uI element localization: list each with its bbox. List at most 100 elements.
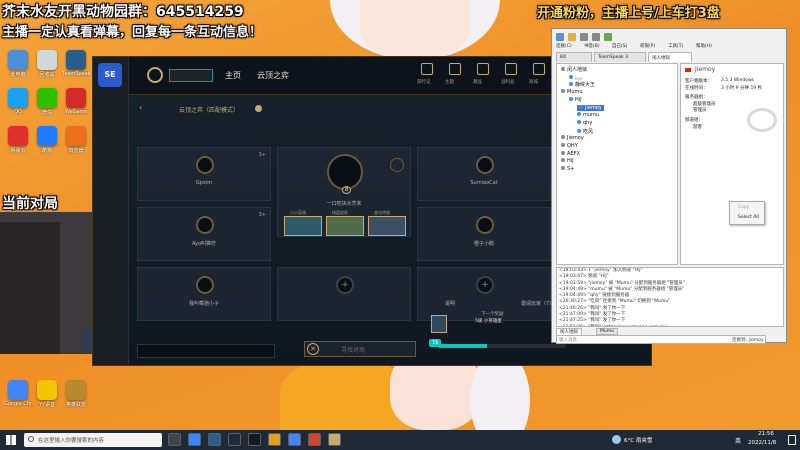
desktop-icon[interactable]: 酷狗 bbox=[33, 126, 61, 154]
desktop-icon[interactable]: 浏览器 bbox=[62, 126, 90, 154]
ts-channel[interactable]: AEFX bbox=[561, 150, 580, 157]
lol-loadout-tile[interactable] bbox=[326, 216, 364, 236]
lol-lobby-slot[interactable]: Ayo叫獐柠 3+ bbox=[137, 207, 271, 261]
ts-status-text: 连接到: jiemoy bbox=[732, 338, 764, 343]
player-avatar-icon[interactable] bbox=[327, 154, 363, 190]
add-player-icon[interactable]: + bbox=[476, 276, 494, 294]
lol-play-button[interactable] bbox=[169, 69, 213, 82]
desktop-icon[interactable]: WeGame bbox=[62, 88, 90, 115]
lol-nav-tft[interactable]: 云顶之弈 bbox=[257, 70, 289, 81]
lol-mode-info-icon[interactable] bbox=[255, 105, 262, 112]
explorer-icon[interactable] bbox=[268, 433, 281, 446]
lol-lobby-slot[interactable]: 一口吃块大芥末 8 小小英雄 棋盘皮肤 变化特效 bbox=[277, 147, 411, 237]
lol-loadout-tile[interactable] bbox=[368, 216, 406, 236]
ts-channel[interactable]: Jiemoy bbox=[561, 135, 584, 141]
ts-client[interactable]: mumu bbox=[577, 112, 599, 118]
ts-server-tab[interactable]: TeamSpeak 3 bbox=[594, 52, 646, 62]
media-icon[interactable] bbox=[308, 433, 321, 446]
ts-bookmark-icon[interactable] bbox=[568, 33, 576, 41]
lol-back-arrow-icon[interactable]: ‹ bbox=[139, 103, 142, 112]
ts-mute-mic-icon[interactable] bbox=[580, 33, 588, 41]
ts-mute-speaker-icon[interactable] bbox=[592, 33, 600, 41]
taskbar-date[interactable]: 2022/11/8 bbox=[748, 440, 776, 446]
teamspeak-icon[interactable] bbox=[208, 433, 221, 446]
lol-find-match-close-icon[interactable]: ✕ bbox=[307, 343, 319, 355]
ts-server-tab[interactable]: 闲人地狱 bbox=[648, 52, 692, 62]
player-avatar-icon[interactable] bbox=[476, 156, 494, 174]
lol-lobby-slot[interactable]: 我叫莓驰小子 bbox=[137, 267, 271, 321]
lol-top-nav-icon[interactable] bbox=[505, 63, 517, 75]
desktop-icon[interactable]: TeamSpeak bbox=[62, 50, 90, 77]
player-avatar-icon[interactable] bbox=[196, 216, 214, 234]
edge-icon[interactable] bbox=[188, 433, 201, 446]
player-avatar-icon[interactable] bbox=[196, 156, 214, 174]
lol-level-left: 15 bbox=[429, 339, 442, 347]
steam-icon[interactable] bbox=[248, 433, 261, 446]
lol-profile-icon[interactable]: SE bbox=[98, 63, 122, 87]
ts-tree-label: HiJ bbox=[575, 96, 582, 103]
ts-chat-tab[interactable]: Mumu bbox=[596, 328, 618, 335]
ts-channel[interactable]: Mumu bbox=[561, 89, 583, 95]
ts-client[interactable]: HiJ bbox=[569, 96, 582, 103]
player-avatar-icon[interactable] bbox=[476, 216, 494, 234]
ts-client[interactable]: 。。。 bbox=[569, 74, 585, 81]
ts-channel[interactable]: 闲人地狱 bbox=[561, 66, 587, 73]
ts-chat-tabs: 闲人地狱 Mumu bbox=[556, 328, 784, 336]
desktop-icon[interactable]: YY语音 bbox=[33, 380, 61, 408]
desktop-icon[interactable]: Google Chrome bbox=[4, 380, 32, 407]
lol-top-nav-icon[interactable] bbox=[421, 63, 433, 75]
notification-icon[interactable] bbox=[788, 435, 796, 445]
lol-lobby-slot[interactable]: 橙子小鹅 bbox=[417, 207, 551, 261]
taskbar-search-box[interactable]: 在这里输入你要搜索的内容 bbox=[24, 433, 162, 447]
ts-connect-icon[interactable] bbox=[556, 33, 564, 41]
lol-top-nav-icon[interactable] bbox=[533, 63, 545, 75]
add-player-icon[interactable]: + bbox=[336, 276, 354, 294]
desktop-icon[interactable]: 英雄联盟 bbox=[62, 380, 90, 408]
ts-client[interactable]: qhy bbox=[577, 119, 592, 126]
ts-client[interactable]: 静候大王 bbox=[569, 81, 595, 88]
lol-loadout-tile[interactable] bbox=[284, 216, 322, 236]
ts-client[interactable]: Jiemoy bbox=[577, 104, 604, 111]
lol-top-nav-icon[interactable] bbox=[449, 63, 461, 75]
ts-menu-item[interactable]: 工具(T) bbox=[668, 43, 683, 49]
lol-chat-box[interactable] bbox=[137, 344, 275, 358]
ts-context-select-all[interactable]: Select All bbox=[738, 215, 759, 220]
task-view-icon[interactable] bbox=[168, 433, 181, 446]
ts-tree-label: Jiemoy bbox=[585, 104, 602, 111]
lol-lobby-slot[interactable]: SumiaoCat bbox=[417, 147, 551, 201]
ts-menu-item[interactable]: 自己(S) bbox=[612, 43, 627, 49]
lol-find-match-button[interactable]: ✕ 寻找对局 bbox=[304, 341, 416, 357]
app-icon bbox=[8, 50, 28, 70]
ts-channel[interactable]: QHY bbox=[561, 143, 578, 149]
ts-client[interactable]: 吃风 bbox=[577, 128, 593, 135]
lol-top-nav-icon[interactable] bbox=[477, 63, 489, 75]
lol-logo-icon[interactable] bbox=[147, 67, 163, 83]
lol-emblem-icon[interactable] bbox=[390, 158, 404, 172]
taskbar-input-lang[interactable]: 英 bbox=[735, 436, 741, 445]
desktop-icon[interactable]: QQ bbox=[4, 88, 32, 115]
ts-server-tab[interactable]: BX bbox=[556, 52, 592, 62]
ts-channel[interactable]: HiJ bbox=[561, 158, 574, 164]
lol-lobby-slot[interactable]: + bbox=[277, 267, 411, 321]
windows-start-icon[interactable] bbox=[6, 435, 16, 445]
ts-away-icon[interactable] bbox=[604, 33, 612, 41]
lol-nav-home[interactable]: 主页 bbox=[225, 70, 241, 81]
desktop-icon[interactable]: 微信 bbox=[33, 88, 61, 116]
ts-menu-item[interactable]: 帮助(H) bbox=[696, 43, 712, 49]
ts-channel-tree: 闲人地狱。。。 静候大王 Mumu HiJ Jiemoy mumu qhy 吃风 Jiemoy Q… bbox=[556, 63, 678, 265]
ts-menu-item[interactable]: 连接(C) bbox=[556, 43, 572, 49]
chrome-icon[interactable] bbox=[288, 433, 301, 446]
league-icon[interactable] bbox=[328, 433, 341, 446]
desktop-icon[interactable]: 网易云 bbox=[4, 126, 32, 154]
ts-channel[interactable]: S+ bbox=[561, 166, 574, 172]
desktop-icon[interactable]: 回收站 bbox=[33, 50, 61, 78]
taskbar-clock[interactable]: 21:56 bbox=[758, 431, 774, 437]
desktop-icon[interactable]: 此电脑 bbox=[4, 50, 32, 78]
player-avatar-icon[interactable] bbox=[196, 276, 214, 294]
ts-context-copy[interactable]: Copy bbox=[738, 205, 749, 210]
ts-client-info-panel: Jiemoy 客户端版本： 3.5.3 Windows 在线时间： 3 小时 9… bbox=[680, 63, 784, 265]
ts-menu-item[interactable]: 书签(B) bbox=[584, 43, 600, 49]
obs-icon[interactable] bbox=[228, 433, 241, 446]
lol-lobby-slot[interactable]: Gpxim 3+ bbox=[137, 147, 271, 201]
ts-menu-item[interactable]: 权限(P) bbox=[640, 43, 655, 49]
